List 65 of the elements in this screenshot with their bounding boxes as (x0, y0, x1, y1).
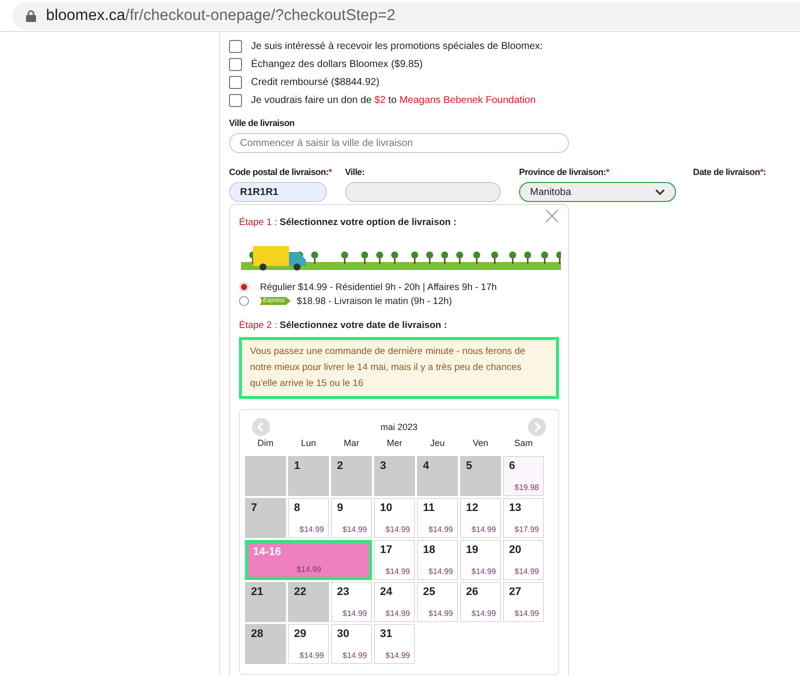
calendar-day[interactable]: 30 $14.99 (331, 624, 372, 664)
calendar-day[interactable]: 23 $14.99 (331, 582, 372, 622)
city-search-field[interactable]: Commencer à saisir la ville de livraison (229, 133, 569, 153)
calendar-day: 7 (245, 498, 286, 538)
calendar-day[interactable]: 27 $14.99 (503, 582, 544, 622)
calendar-day: 3 (374, 456, 415, 496)
city-field[interactable] (345, 182, 501, 202)
calendar-day[interactable]: 17 $14.99 (374, 540, 415, 580)
weekday-label: Mer (386, 438, 404, 450)
month-title: mai 2023 (380, 422, 418, 432)
calendar-day[interactable]: 29 $14.99 (288, 624, 329, 664)
weekday-label: Dim (256, 438, 274, 450)
calendar-day: 1 (288, 456, 329, 496)
checkbox[interactable] (229, 94, 242, 106)
calendar-day[interactable]: 26 $14.99 (460, 582, 501, 622)
calendar-day[interactable]: 20 $14.99 (503, 540, 544, 580)
calendar-day: 22 (288, 582, 329, 622)
field-label: Ville: (345, 167, 365, 177)
calendar-day[interactable]: 6 $19.98 (503, 456, 544, 496)
radio-button[interactable] (239, 296, 249, 306)
chevron-down-icon (655, 189, 665, 195)
address-bar[interactable]: bloomex.ca/fr/checkout-onepage/?checkoutStep=2 (12, 2, 800, 30)
calendar-day[interactable]: 8 $14.99 (288, 498, 329, 538)
step-heading: Étape 1 : Sélectionnez votre option de livraison : (239, 217, 458, 228)
calendar-day[interactable]: 12 $14.99 (460, 498, 501, 538)
calendar-day: 21 (245, 582, 286, 622)
checkbox-label: Échangez des dollars Bloomex ($9.85) (251, 58, 423, 70)
checkbox[interactable] (229, 40, 242, 52)
checkbox-label: Credit remboursé ($8844.92) (251, 76, 380, 88)
calendar-day: 5 (460, 456, 501, 496)
step-heading: Étape 2 : Sélectionnez votre date de livraison : (239, 320, 448, 331)
lock-icon (26, 10, 36, 22)
checkbox-label: Je voudrais faire un don de $2 to Meagans Bebenek Foundation (251, 94, 536, 106)
field-label: Date de livraison*: (693, 167, 766, 177)
field-label: Code postal de livraison:* (229, 167, 332, 177)
close-icon[interactable] (545, 209, 559, 223)
shipping-option-label: $18.98 - Livraison le matin (9h - 12h) (296, 296, 452, 306)
shipping-option-label: Régulier $14.99 - Résidentiel 9h - 20h | Affaires 9h - 17h (260, 282, 497, 292)
calendar-day[interactable]: 24 $14.99 (374, 582, 415, 622)
calendar-day[interactable]: 25 $14.99 (417, 582, 458, 622)
weekday-label: Mar (342, 438, 360, 450)
calendar-day[interactable]: 11 $14.99 (417, 498, 458, 538)
field-label: Province de livraison:* (519, 167, 610, 177)
calendar-day[interactable]: 18 $14.99 (417, 540, 458, 580)
weekday-label: Jeu (429, 438, 446, 450)
weekday-label: Sam (513, 438, 534, 450)
postal-code-field[interactable]: R1R1R1 (229, 182, 327, 202)
weekday-label: Ven (472, 438, 490, 450)
checkbox-label: Je suis intéressé à recevoir les promotions spéciales de Bloomex: (251, 40, 543, 52)
weekday-label: Lun (300, 438, 318, 450)
calendar-day[interactable]: 13 $17.99 (503, 498, 544, 538)
calendar-day (245, 456, 286, 496)
calendar-day[interactable]: 9 $14.99 (331, 498, 372, 538)
calendar-day[interactable]: 19 $14.99 (460, 540, 501, 580)
field-label: Ville de livraison (229, 118, 294, 128)
calendar-day: 2 (331, 456, 372, 496)
checkbox[interactable] (229, 58, 242, 70)
calendar-day: 28 (245, 624, 286, 664)
calendar-day: 4 (417, 456, 458, 496)
province-select[interactable]: Manitoba (519, 182, 676, 202)
url-text: bloomex.ca/fr/checkout-onepage/?checkoutStep=2 (46, 6, 396, 24)
calendar-day[interactable]: 31 $14.99 (374, 624, 415, 664)
calendar-day[interactable]: 10 $14.99 (374, 498, 415, 538)
notice-text: Vous passez une commande de dernière minute - nous ferons de notre mieux pour livrer le 14 mai, mais il y a très peu de chances qu'elle arrive le 15 ou le 16 (239, 337, 559, 399)
checkbox[interactable] (229, 76, 242, 88)
